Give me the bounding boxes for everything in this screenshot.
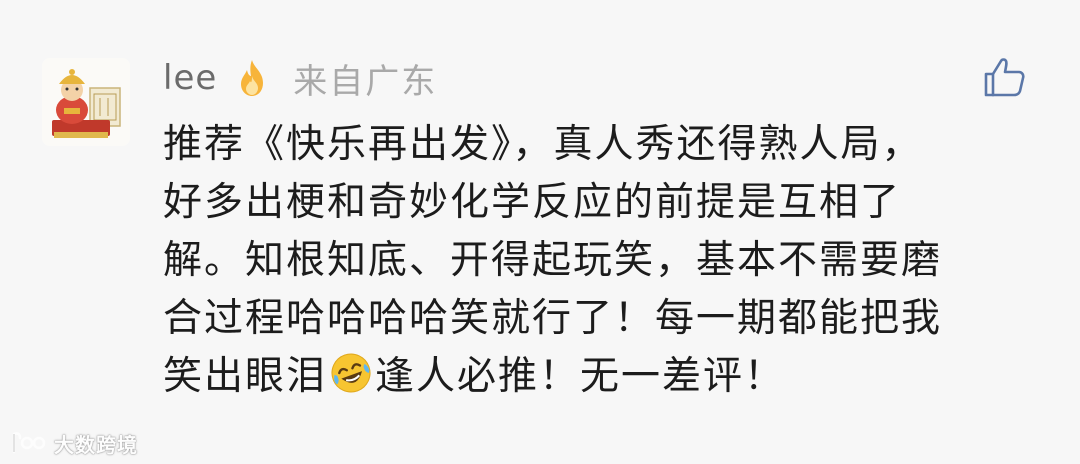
watermark-text: 大数跨境	[54, 432, 138, 457]
watermark-logo-icon	[10, 430, 50, 456]
laughing-tears-emoji-icon	[329, 351, 373, 395]
watermark: 大数跨境	[10, 428, 138, 458]
comment-line-5-start: 笑出眼泪	[163, 354, 328, 399]
comment-line-3: 解。知根知底、开得起玩笑，基本不需要磨	[163, 238, 943, 283]
comment-line-1: 推荐《快乐再出发》，真人秀还得熟人局，	[163, 122, 923, 167]
username[interactable]: lee	[163, 58, 217, 98]
thumbs-up-icon[interactable]	[982, 56, 1026, 98]
comment-body: 推荐《快乐再出发》，真人秀还得熟人局， 好多出梗和奇妙化学反应的前提是互相了 解…	[163, 116, 1023, 406]
avatar-image	[42, 58, 130, 146]
comment-line-5: 笑出眼泪 逢人必推！无一差评！	[163, 348, 1023, 406]
comment-line-2: 好多出梗和奇妙化学反应的前提是互相了	[163, 180, 902, 225]
user-avatar[interactable]	[42, 58, 130, 146]
location-label: 来自广东	[293, 61, 438, 102]
comment-line-5-end: 逢人必推！无一差评！	[375, 354, 786, 399]
comment-line-4: 合过程哈哈哈哈笑就行了！每一期都能把我	[163, 296, 943, 341]
comment-header: lee 来自广东	[163, 55, 438, 102]
fire-icon	[235, 58, 269, 98]
